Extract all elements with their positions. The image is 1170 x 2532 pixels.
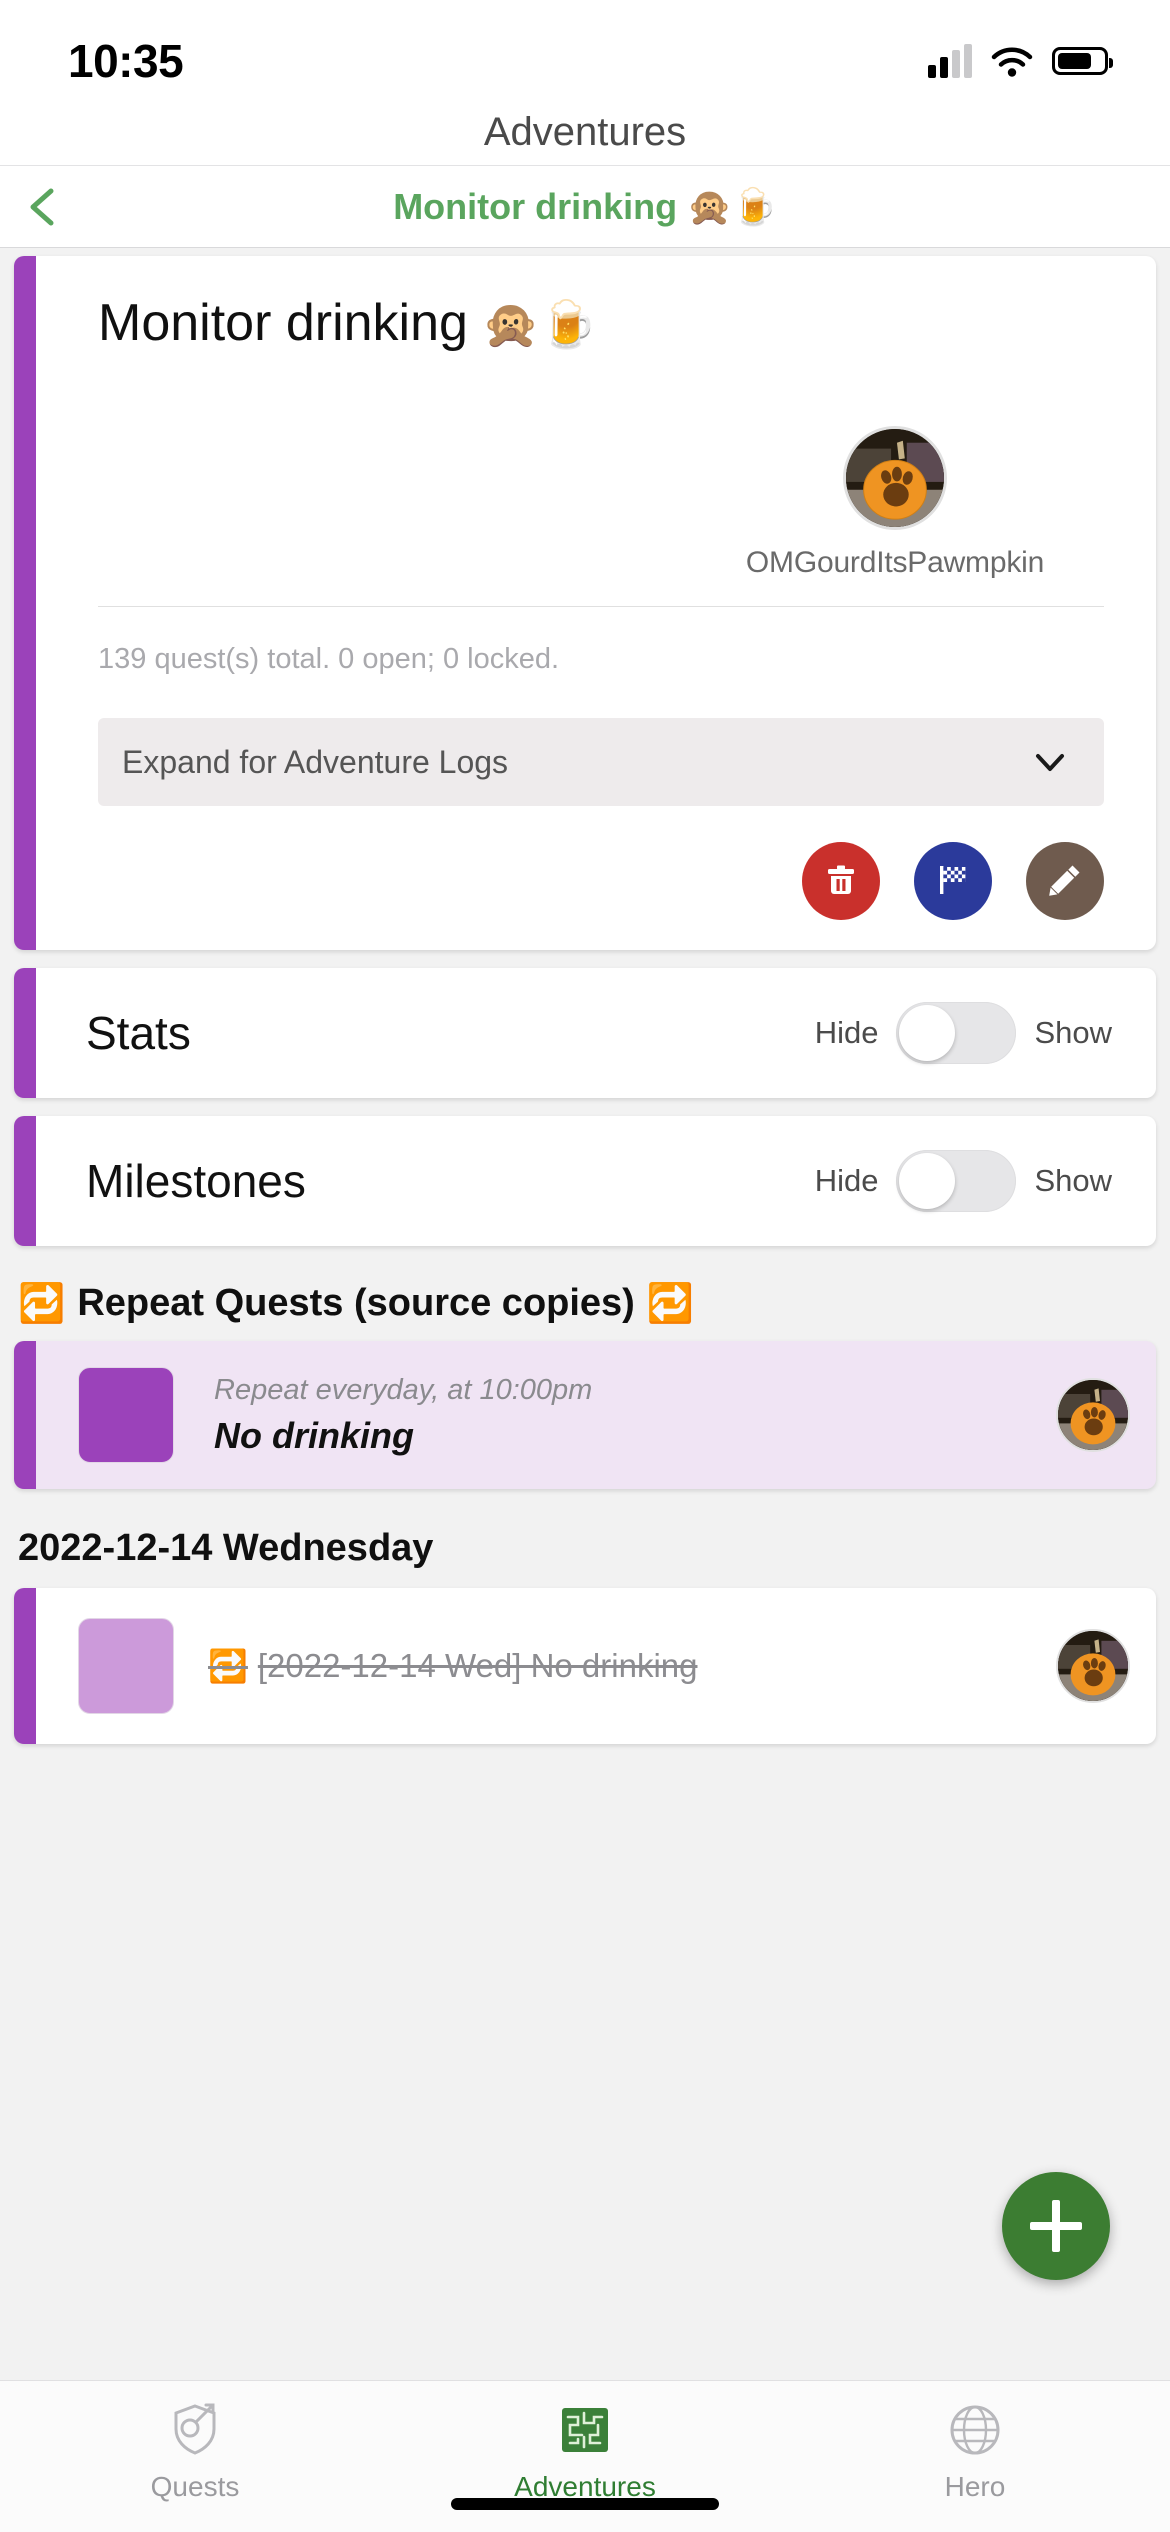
chevron-left-icon	[21, 185, 65, 229]
milestones-show-label: Show	[1034, 1163, 1112, 1199]
stats-label: Stats	[86, 1007, 191, 1060]
delete-button[interactable]	[802, 842, 880, 921]
adventure-title-text: Monitor drinking	[98, 294, 468, 352]
adventure-detail-card[interactable]: Monitor drinking 🙊🍺 OMGourdItsPawmpkin 1…	[14, 256, 1156, 951]
milestones-hide-label: Hide	[814, 1163, 879, 1199]
cellular-signal-icon	[928, 44, 972, 78]
breadcrumb-title[interactable]: Monitor drinking 🙊🍺	[0, 186, 1170, 228]
page-header: Adventures	[0, 100, 1170, 166]
repeat-icon: 🔁	[18, 1282, 66, 1325]
shield-sword-icon	[162, 2397, 228, 2463]
tab-label-quests: Quests	[150, 2471, 240, 2502]
page-title: Adventures	[483, 110, 687, 154]
edit-button[interactable]	[1026, 842, 1104, 921]
home-indicator	[451, 2498, 719, 2510]
breadcrumb: Monitor drinking 🙊🍺	[0, 166, 1170, 248]
quest-color-swatch	[78, 1618, 174, 1715]
add-quest-fab[interactable]	[1002, 2172, 1110, 2280]
milestones-toggle[interactable]	[896, 1150, 1017, 1213]
quest-texts: Repeat everyday, at 10:00pm No drinking	[174, 1374, 1056, 1457]
quest-row-completed[interactable]: 🔁 [2022-12-14 Wed] No drinking	[14, 1588, 1156, 1745]
stats-toggle-group: Hide Show	[814, 1002, 1112, 1065]
quest-name: No drinking	[214, 1414, 414, 1456]
milestones-label: Milestones	[86, 1155, 306, 1208]
pumpkin-paw-avatar[interactable]	[843, 426, 947, 531]
pencil-icon	[1045, 860, 1085, 903]
main-content: Monitor drinking 🙊🍺 OMGourdItsPawmpkin 1…	[0, 248, 1170, 2380]
status-bar: 10:35	[0, 0, 1170, 100]
status-time: 10:35	[68, 35, 184, 87]
completed-quest-text: [2022-12-14 Wed] No drinking	[257, 1647, 698, 1685]
completed-quest-text-wrap: 🔁 [2022-12-14 Wed] No drinking	[174, 1647, 1056, 1685]
stats-hide-label: Hide	[814, 1015, 879, 1051]
plus-icon	[1030, 2200, 1082, 2252]
owner-block: OMGourdItsPawmpkin	[730, 426, 1060, 580]
phone-screen: 10:35 Adventures Monitor drinking 🙊🍺 Mon…	[0, 0, 1170, 2532]
chevron-down-icon	[1030, 742, 1070, 782]
repeat-quests-title: Repeat Quests (source copies)	[77, 1282, 635, 1325]
tab-label-hero: Hero	[944, 2471, 1006, 2502]
repeat-icon: 🔁	[646, 1282, 695, 1325]
toggle-knob	[899, 1005, 956, 1062]
stats-toggle[interactable]	[896, 1002, 1017, 1065]
adventure-title-emoji: 🙊🍺	[482, 298, 597, 350]
repeat-quest-row[interactable]: Repeat everyday, at 10:00pm No drinking	[14, 1341, 1156, 1490]
quest-schedule: Repeat everyday, at 10:00pm	[214, 1373, 593, 1406]
milestones-panel[interactable]: Milestones Hide Show	[14, 1116, 1156, 1247]
map-icon	[552, 2397, 618, 2463]
quest-summary: 139 quest(s) total. 0 open; 0 locked.	[98, 643, 560, 676]
repeat-icon: 🔁	[208, 1648, 248, 1685]
battery-icon	[1052, 47, 1113, 75]
milestones-toggle-group: Hide Show	[814, 1150, 1112, 1213]
wifi-icon	[990, 44, 1034, 78]
complete-button[interactable]	[914, 842, 992, 921]
quest-color-swatch	[78, 1367, 174, 1464]
checkered-flag-icon	[933, 860, 973, 903]
trash-icon	[821, 860, 861, 903]
pumpkin-paw-avatar[interactable]	[1056, 1629, 1130, 1704]
tab-adventures[interactable]: Adventures	[390, 2397, 780, 2503]
stats-show-label: Show	[1034, 1015, 1112, 1051]
adventure-logs-label: Expand for Adventure Logs	[122, 743, 509, 780]
pumpkin-paw-avatar[interactable]	[1056, 1378, 1130, 1453]
adventure-title: Monitor drinking 🙊🍺	[98, 292, 1104, 354]
stats-panel[interactable]: Stats Hide Show	[14, 968, 1156, 1099]
status-icons	[928, 44, 1113, 78]
adventure-action-row	[98, 842, 1104, 921]
tab-hero[interactable]: Hero	[780, 2397, 1170, 2503]
date-group-header: 2022-12-14 Wednesday	[18, 1527, 434, 1570]
repeat-quests-header: 🔁 Repeat Quests (source copies) 🔁	[0, 1264, 1170, 1341]
tab-quests[interactable]: Quests	[0, 2397, 390, 2503]
globe-icon	[942, 2397, 1008, 2463]
back-button[interactable]	[14, 178, 72, 236]
toggle-knob	[899, 1153, 956, 1210]
adventure-logs-expander[interactable]: Expand for Adventure Logs	[98, 718, 1104, 807]
owner-name: OMGourdItsPawmpkin	[745, 546, 1045, 580]
